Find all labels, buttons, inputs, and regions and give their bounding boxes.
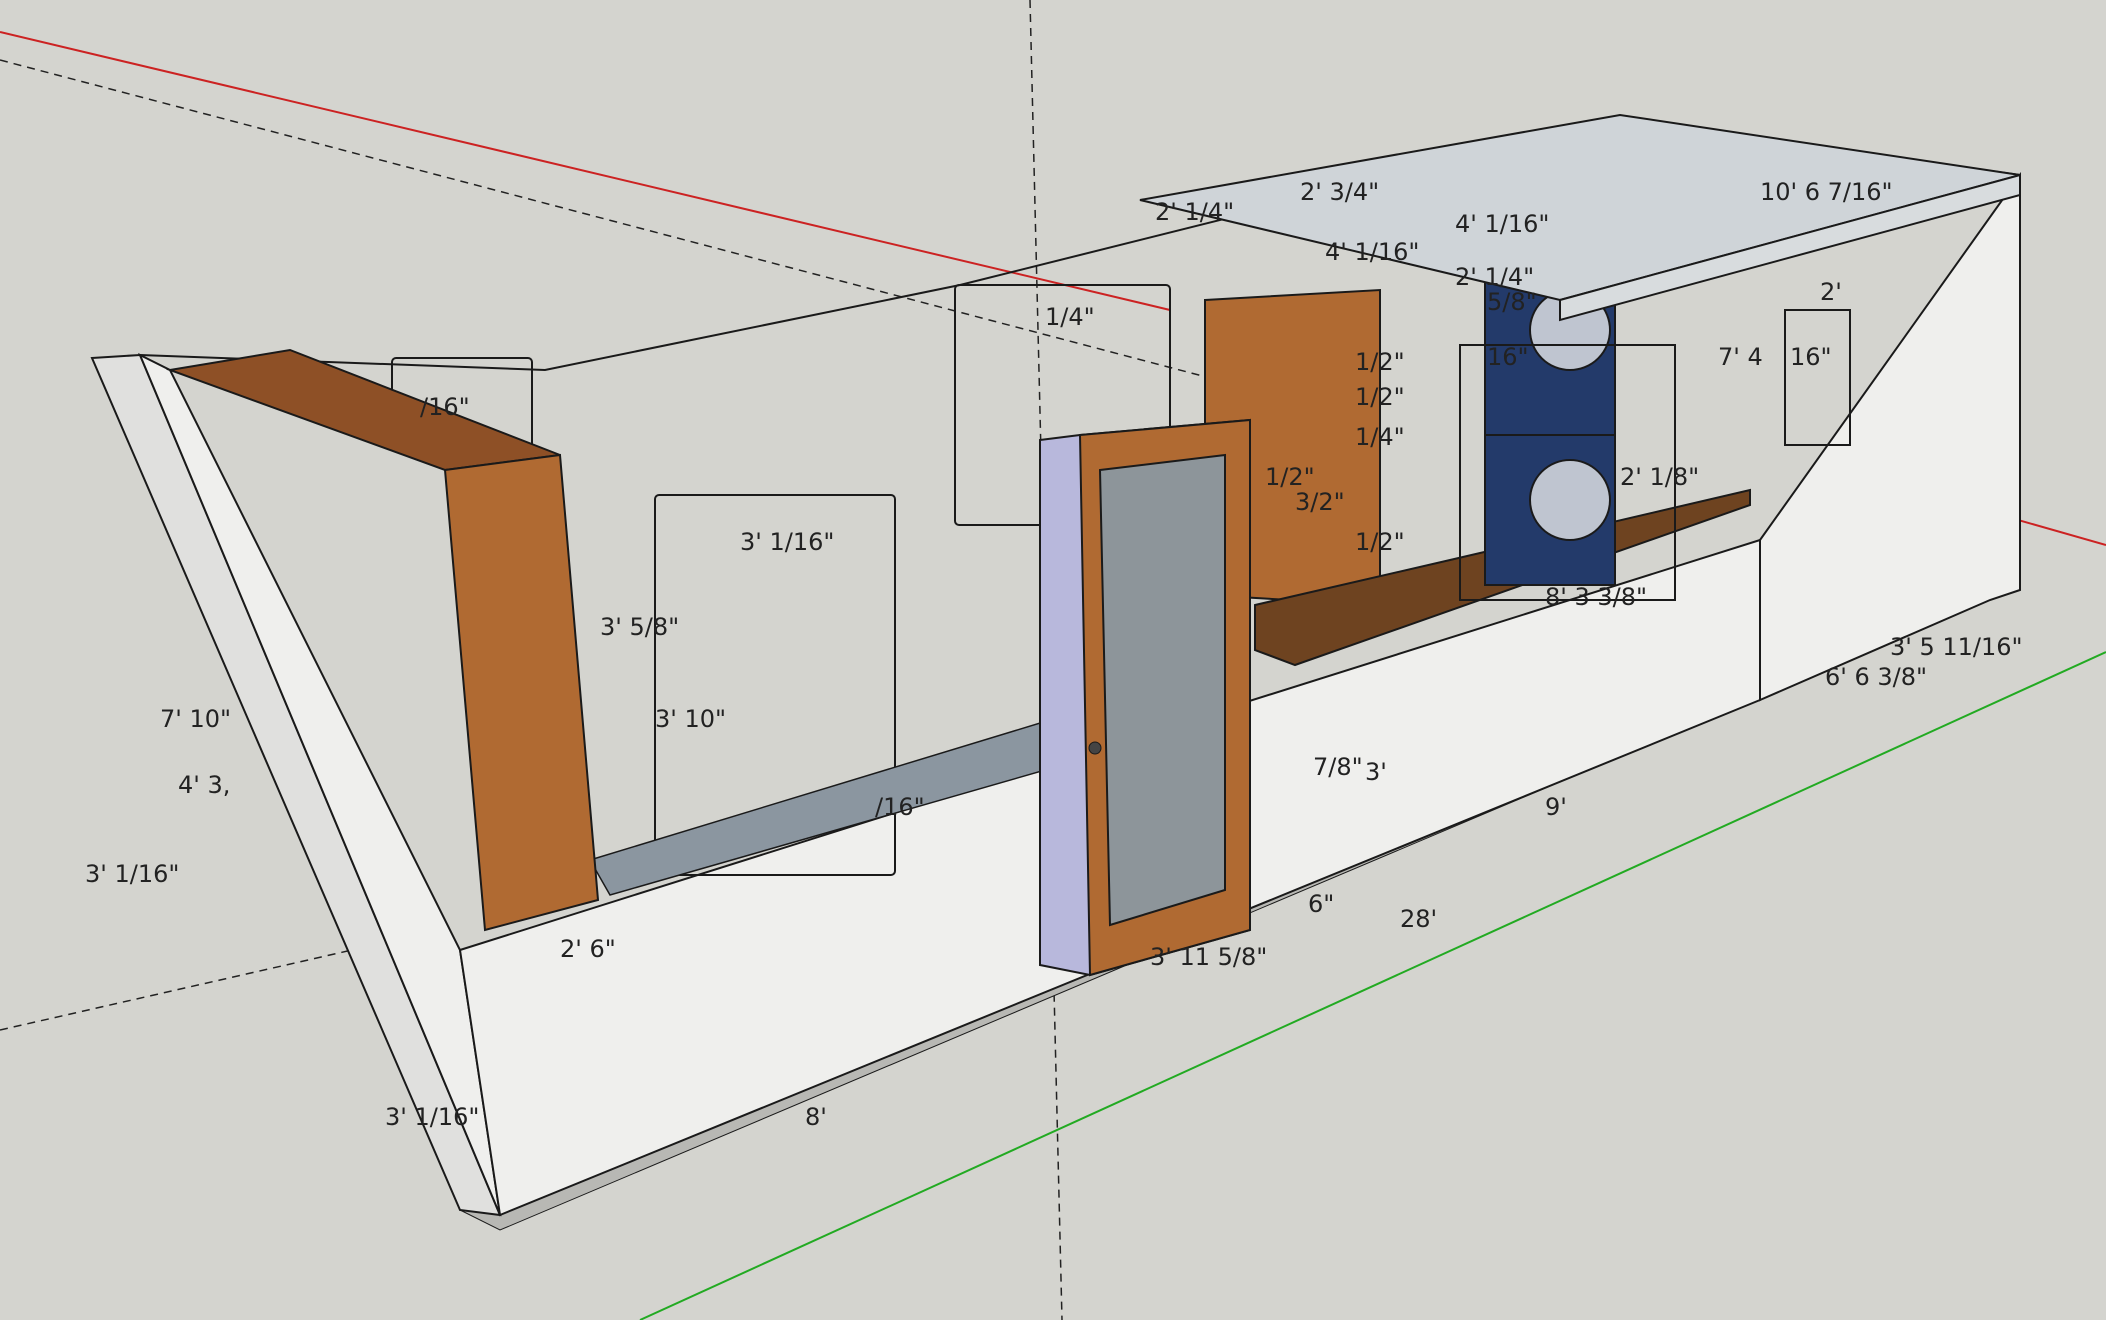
dim-6in: 6" <box>1308 890 1334 918</box>
dim-7-8: 7/8" <box>1313 753 1363 781</box>
dim-cab-3: 1/4" <box>1355 423 1405 451</box>
dim-1-4: 1/4" <box>1045 303 1095 331</box>
dim-28ft: 28' <box>1400 905 1437 933</box>
dim-3ft: 3' <box>1365 758 1387 786</box>
loft <box>1139 113 2021 322</box>
dim-window-width: 3' 1/16" <box>740 528 834 556</box>
dim-2-1-4-a: 2' 1/4" <box>1155 198 1234 226</box>
dim-4-1-16-a: 4' 1/16" <box>1455 210 1549 238</box>
dim-4-3: 4' 3, <box>178 771 230 799</box>
dim-cab-5: 3/2" <box>1295 488 1345 516</box>
dim-2-6: 2' 6" <box>560 935 616 963</box>
dim-2-3-4: 2' 3/4" <box>1300 178 1379 206</box>
left-end-wall <box>90 353 502 1217</box>
dim-5-8: 5/8" <box>1487 288 1537 316</box>
dim-cab-2: 1/2" <box>1355 383 1405 411</box>
door-knob <box>1088 741 1102 755</box>
dim-3-5-11-16: 3' 5 11/16" <box>1890 633 2023 661</box>
right-wall-window <box>1784 309 1851 446</box>
dim-door-width: 3' 11 5/8" <box>1150 943 1267 971</box>
dim-cab-6: 1/2" <box>1355 528 1405 556</box>
dim-7-4: 7' 4 <box>1718 343 1763 371</box>
dim-3-5-8: 3' 5/8" <box>600 613 679 641</box>
washer-door <box>1529 459 1611 541</box>
red-axis <box>0 31 1171 311</box>
dim-2-1-8: 2' 1/8" <box>1620 463 1699 491</box>
dim-loft-length: 10' 6 7/16" <box>1760 178 1893 206</box>
dim-16-b: /16" <box>875 793 925 821</box>
wardrobe-front <box>443 453 600 932</box>
model-viewport[interactable]: 7' 10" 4' 3, 3' 1/16" 3' 1/16" 8' 2' 6" … <box>0 0 2106 1320</box>
loft-deck <box>1139 113 2021 302</box>
dim-9ft: 9' <box>1545 793 1567 821</box>
dim-counter-length: 8' 3 3/8" <box>1545 583 1647 611</box>
dim-2ft: 2' <box>1820 278 1842 306</box>
dim-cab-1: 1/2" <box>1355 348 1405 376</box>
dim-16-c: 16" <box>1487 343 1529 371</box>
dim-cab-4: 1/2" <box>1265 463 1315 491</box>
dim-2-1-4-b: 2' 1/4" <box>1455 263 1534 291</box>
dim-wall-height: 7' 10" <box>160 705 231 733</box>
entry-door[interactable] <box>1039 418 1251 977</box>
dim-left-3-1-16: 3' 1/16" <box>85 860 179 888</box>
dim-8ft: 8' <box>805 1103 827 1131</box>
dim-3-10: 3' 10" <box>655 705 726 733</box>
dim-16-a: /16" <box>420 393 470 421</box>
dim-6-6-3-8: 6' 6 3/8" <box>1825 663 1927 691</box>
dim-16-d: 16" <box>1790 343 1832 371</box>
dim-4-1-16-b: 4' 1/16" <box>1325 238 1419 266</box>
door-glass <box>1098 453 1226 927</box>
dim-front-3-1-16: 3' 1/16" <box>385 1103 479 1131</box>
